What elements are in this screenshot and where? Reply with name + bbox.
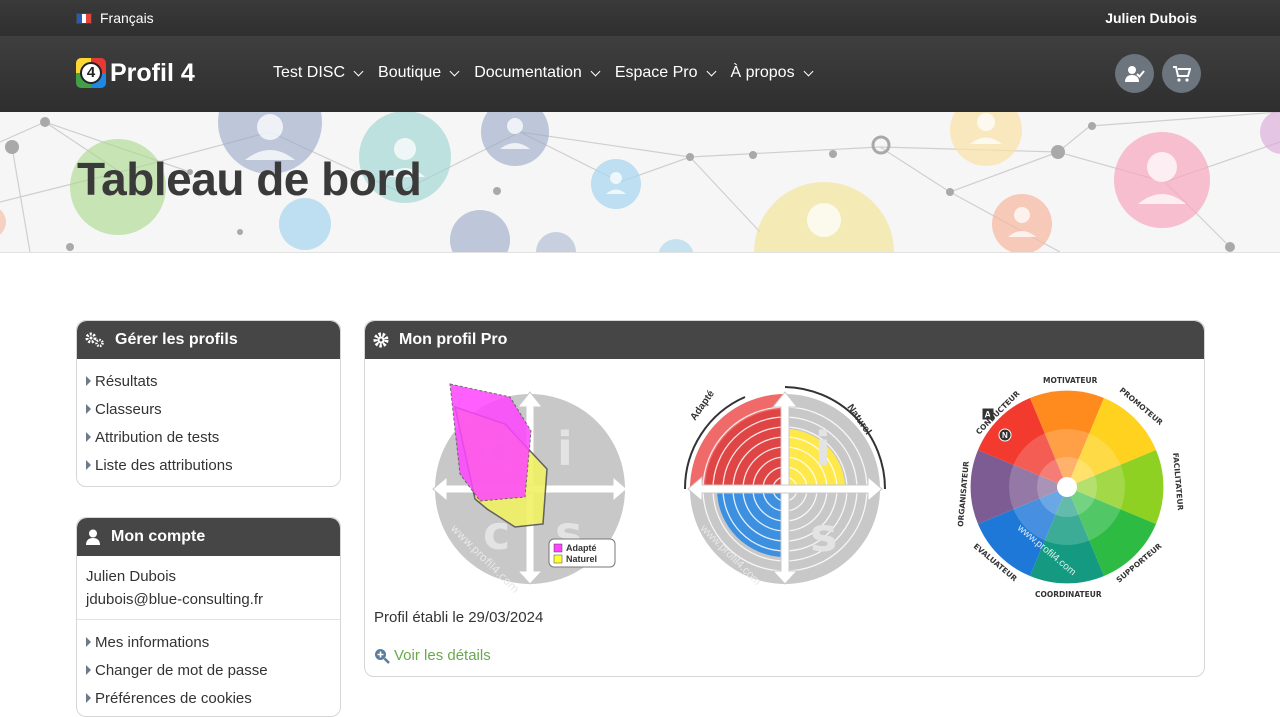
marker-n: N [1002, 431, 1008, 440]
nav-a-propos[interactable]: À propos [731, 64, 814, 82]
my-account-header: Mon compte [77, 518, 340, 556]
nav-espace-pro[interactable]: Espace Pro [615, 64, 716, 82]
account-email: jdubois@blue-consulting.fr [86, 591, 263, 608]
caret-right-icon [86, 637, 91, 647]
gear-icon [373, 332, 389, 348]
account-info: Julien Dubois jdubois@blue-consulting.fr [77, 556, 340, 620]
chevron-down-icon [803, 66, 814, 76]
brand-name: Profil 4 [110, 58, 195, 87]
page-title: Tableau de bord [77, 153, 422, 205]
view-details-link[interactable]: Voir les détails [374, 647, 491, 664]
rings-letter-s: s [810, 508, 837, 562]
pro-profile-title: Mon profil Pro [399, 331, 508, 348]
cart-button[interactable] [1162, 54, 1201, 93]
nav-menu: Test DISC Boutique Documentation Espace … [273, 64, 814, 82]
manage-profiles-list: Résultats Classeurs Attribution de tests… [77, 359, 340, 483]
disc-polygon-chart[interactable]: d i c s www.profil4.com Adapté Naturel [405, 379, 625, 594]
profil4-logo-icon: 4 [76, 58, 106, 88]
rings-letter-i: i [815, 422, 831, 476]
sidebar-item-preferences-cookies[interactable]: Préférences de cookies [86, 684, 332, 712]
chevron-down-icon [353, 66, 364, 76]
caret-right-icon [86, 404, 91, 414]
my-account-list: Mes informations Changer de mot de passe… [77, 620, 340, 716]
wheel-label-organisateur: ORGANISATEUR [956, 461, 971, 528]
sidebar-item-classeurs[interactable]: Classeurs [86, 395, 332, 423]
manage-profiles-panel: Gérer les profils Résultats Classeurs At… [76, 320, 341, 487]
caret-right-icon [86, 693, 91, 703]
manage-profiles-header: Gérer les profils [77, 321, 340, 359]
main-navbar: 4 Profil 4 Test DISC Boutique Documentat… [0, 36, 1280, 112]
sidebar-item-resultats[interactable]: Résultats [86, 367, 332, 395]
chevron-down-icon [590, 66, 601, 76]
nav-icons [1115, 54, 1201, 93]
nav-documentation[interactable]: Documentation [474, 64, 601, 82]
my-account-title: Mon compte [111, 528, 206, 545]
sidebar-item-liste-attributions[interactable]: Liste des attributions [86, 451, 332, 479]
account-name: Julien Dubois [86, 568, 177, 585]
nav-test-disc[interactable]: Test DISC [273, 64, 364, 82]
hero-banner: Tableau de bord [0, 112, 1280, 253]
my-account-panel: Mon compte Julien Dubois jdubois@blue-co… [76, 517, 341, 717]
chevron-down-icon [706, 66, 716, 76]
legend-adapte: Adapté [566, 543, 597, 553]
disc-rings-chart[interactable]: i s Adapté Naturel www.profil4.com [675, 379, 895, 594]
chevron-down-icon [449, 66, 460, 76]
wheel-label-motivateur: MOTIVATEUR [1043, 376, 1098, 385]
nav-boutique[interactable]: Boutique [378, 64, 460, 82]
arc-label-adapte: Adapté [688, 388, 717, 422]
disc-letter-i: i [557, 422, 573, 476]
gears-icon [85, 332, 104, 348]
manage-profiles-title: Gérer les profils [115, 331, 238, 348]
sidebar-item-changer-mot-de-passe[interactable]: Changer de mot de passe [86, 656, 332, 684]
brand-logo[interactable]: 4 Profil 4 [76, 58, 195, 88]
caret-right-icon [86, 432, 91, 442]
pro-profile-body: d i c s www.profil4.com Adapté Naturel [365, 359, 1204, 676]
user-name-link[interactable]: Julien Dubois [1105, 10, 1197, 26]
sidebar-item-mes-informations[interactable]: Mes informations [86, 628, 332, 656]
pro-profile-panel: Mon profil Pro d i c s www.profil4.com A… [364, 320, 1205, 677]
cart-icon [1172, 65, 1191, 82]
user-check-icon [1124, 65, 1145, 82]
language-label: Français [100, 10, 154, 26]
chart1-legend: Adapté Naturel [548, 538, 616, 568]
account-button[interactable] [1115, 54, 1154, 93]
caret-right-icon [86, 376, 91, 386]
french-flag-icon [76, 12, 92, 24]
pro-profile-header: Mon profil Pro [365, 321, 1204, 359]
language-selector[interactable]: Français [76, 10, 154, 26]
color-wheel-chart[interactable]: A N www.profil4.com MOTIVATEUR PROMOTEUR… [947, 371, 1187, 601]
wheel-label-coordinateur: COORDINATEUR [1035, 590, 1102, 599]
profile-date: Profil établi le 29/03/2024 [374, 609, 544, 626]
wheel-label-facilitateur: FACILITATEUR [1171, 452, 1185, 511]
caret-right-icon [86, 460, 91, 470]
legend-naturel: Naturel [566, 554, 597, 564]
sidebar-item-attribution-tests[interactable]: Attribution de tests [86, 423, 332, 451]
top-bar: Français Julien Dubois [0, 0, 1280, 36]
caret-right-icon [86, 665, 91, 675]
zoom-in-icon [375, 648, 390, 664]
user-icon [86, 529, 100, 545]
